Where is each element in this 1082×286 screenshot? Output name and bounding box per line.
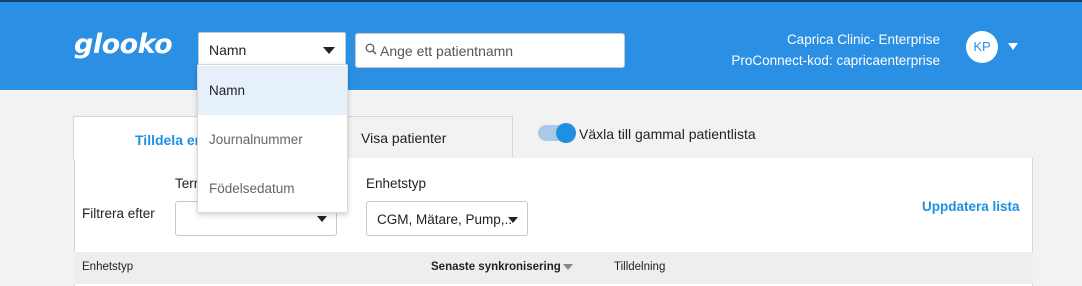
search-type-dropdown: Namn Journalnummer Födelsedatum bbox=[197, 64, 348, 213]
table-header: Enhetstyp Senaste synkronisering Tilldel… bbox=[74, 252, 1033, 284]
tab-assign-label: Tilldela en bbox=[135, 132, 204, 148]
column-header-last-sync[interactable]: Senaste synkronisering bbox=[431, 261, 573, 273]
old-list-toggle[interactable] bbox=[538, 123, 576, 143]
search-type-select[interactable]: Namn bbox=[198, 32, 346, 66]
chevron-down-icon bbox=[508, 217, 518, 223]
clinic-info: Caprica Clinic- Enterprise ProConnect-ko… bbox=[731, 29, 940, 71]
device-type-label: Enhetstyp bbox=[366, 176, 427, 191]
toggle-knob bbox=[556, 123, 576, 143]
column-header-assignment[interactable]: Tilldelning bbox=[614, 261, 665, 273]
tab-view-patients[interactable]: Visa patienter bbox=[346, 116, 513, 158]
tab-view-patients-label: Visa patienter bbox=[361, 130, 447, 146]
term-label: Terr bbox=[175, 176, 199, 191]
dropdown-option-name[interactable]: Namn bbox=[198, 66, 347, 115]
refresh-list-link[interactable]: Uppdatera lista bbox=[922, 199, 1020, 214]
proconnect-code: ProConnect-kod: capricaenterprise bbox=[731, 53, 940, 68]
search-type-value: Namn bbox=[209, 42, 247, 58]
dropdown-option-birthdate[interactable]: Födelsedatum bbox=[198, 164, 347, 213]
device-type-select[interactable]: CGM, Mätare, Pump,.. bbox=[366, 201, 528, 236]
column-header-device-type[interactable]: Enhetstyp bbox=[82, 261, 133, 273]
filter-label: Filtrera efter bbox=[82, 206, 155, 221]
toggle-label: Växla till gammal patientlista bbox=[579, 126, 756, 142]
chevron-down-icon bbox=[323, 47, 335, 54]
search-icon bbox=[365, 43, 377, 55]
search-input[interactable] bbox=[380, 40, 615, 62]
device-type-value: CGM, Mätare, Pump,.. bbox=[377, 212, 513, 227]
user-menu-chevron-icon[interactable] bbox=[1008, 43, 1018, 50]
patient-search[interactable] bbox=[355, 33, 625, 68]
column-header-last-sync-label: Senaste synkronisering bbox=[431, 261, 561, 273]
glooko-logo[interactable]: glooko bbox=[74, 29, 173, 60]
avatar[interactable]: KP bbox=[966, 31, 998, 63]
chevron-down-icon bbox=[317, 216, 327, 222]
dropdown-option-record-number[interactable]: Journalnummer bbox=[198, 115, 347, 164]
sort-desc-icon bbox=[562, 263, 573, 270]
clinic-name: Caprica Clinic- Enterprise bbox=[786, 32, 940, 47]
